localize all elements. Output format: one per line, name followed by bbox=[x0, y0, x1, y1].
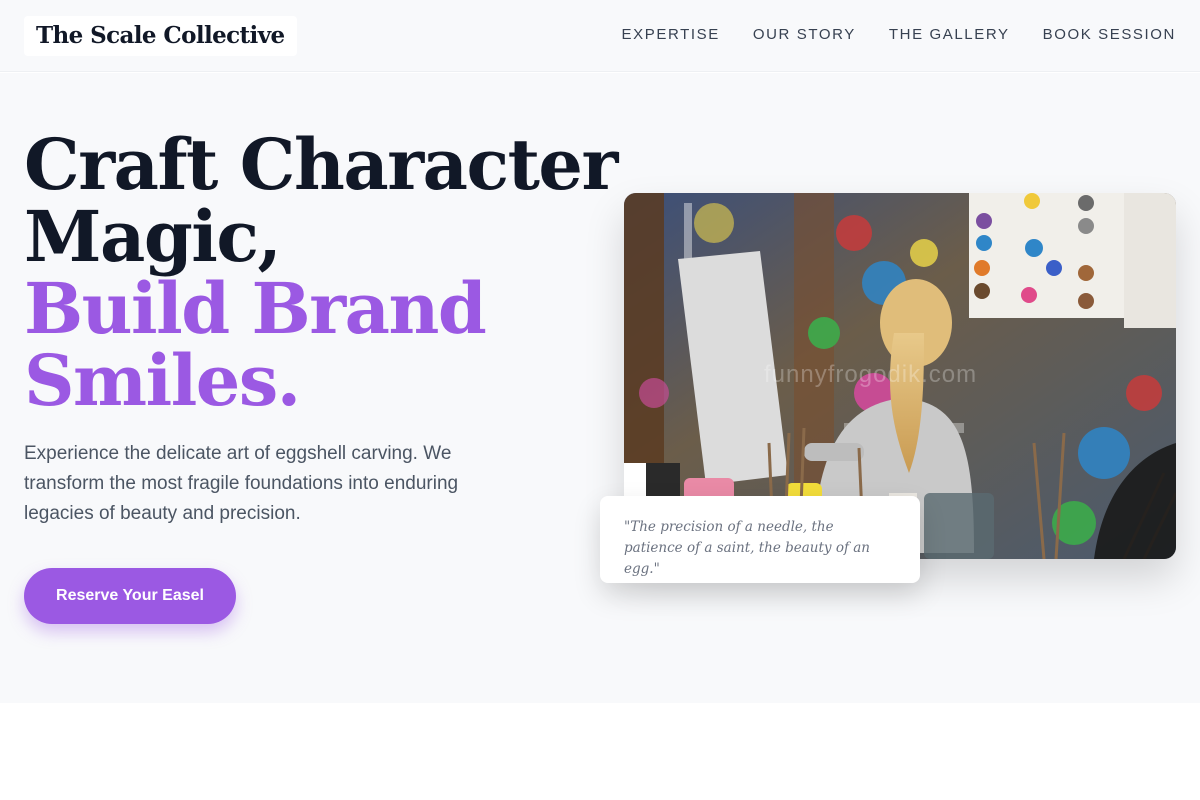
headline-line-2: Magic, bbox=[24, 195, 282, 278]
page: The Scale Collective EXPERTISE OUR STORY… bbox=[0, 0, 1200, 800]
reserve-easel-button[interactable]: Reserve Your Easel bbox=[24, 568, 236, 624]
headline-line-1: Craft Character bbox=[24, 123, 618, 206]
headline-accent-line-1: Build Brand bbox=[24, 267, 487, 350]
hero-headline: Craft Character Magic, Build Brand Smile… bbox=[24, 123, 618, 422]
nav-link-the-gallery[interactable]: THE GALLERY bbox=[889, 25, 1010, 45]
hero-description: Experience the delicate art of eggshell … bbox=[24, 443, 459, 524]
headline-accent-line-2: Smiles. bbox=[24, 339, 301, 422]
hero-section: Craft Character Magic, Build Brand Smile… bbox=[0, 73, 1200, 703]
site-header: The Scale Collective EXPERTISE OUR STORY… bbox=[0, 0, 1200, 72]
main-nav: EXPERTISE OUR STORY THE GALLERY BOOK SES… bbox=[622, 25, 1176, 45]
quote-text: "The precision of a needle, the patience… bbox=[624, 519, 870, 577]
image-watermark: funnyfrogodik.com bbox=[764, 361, 978, 388]
site-logo[interactable]: The Scale Collective bbox=[24, 16, 297, 56]
nav-link-expertise[interactable]: EXPERTISE bbox=[622, 25, 720, 45]
quote-card: "The precision of a needle, the patience… bbox=[600, 496, 920, 583]
nav-link-book-session[interactable]: BOOK SESSION bbox=[1043, 25, 1176, 45]
nav-link-our-story[interactable]: OUR STORY bbox=[753, 25, 856, 45]
